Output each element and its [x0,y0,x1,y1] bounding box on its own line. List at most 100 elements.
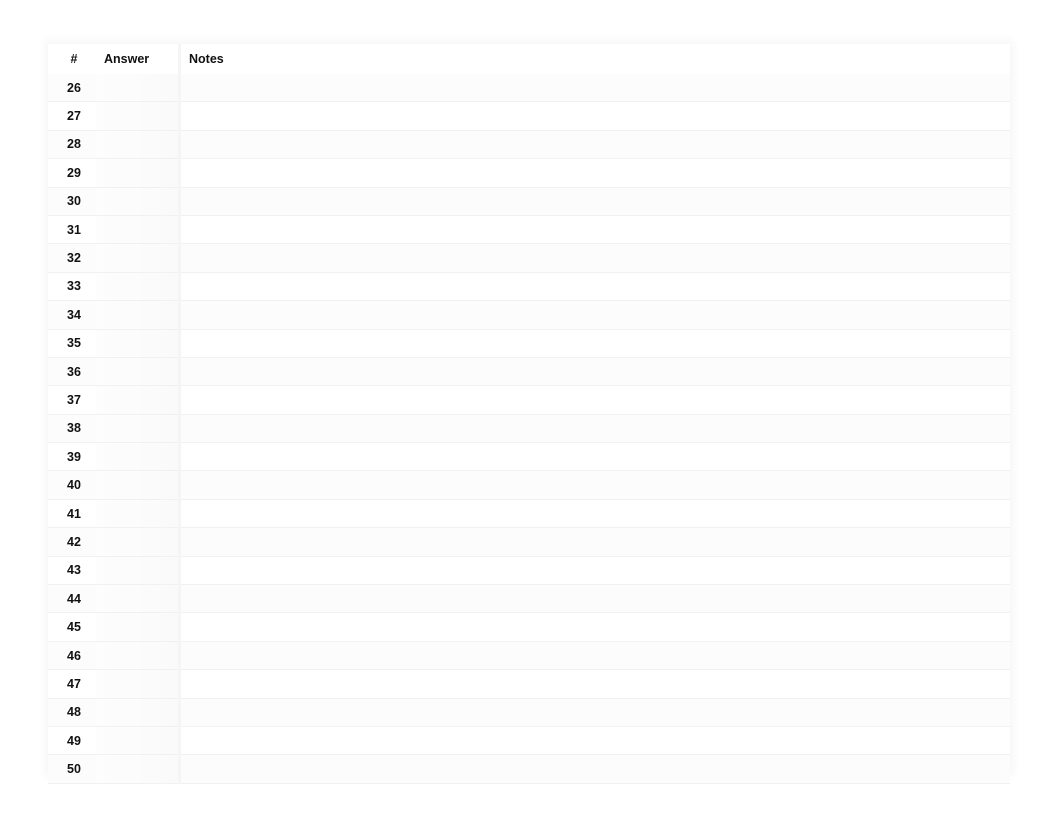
answer-cell[interactable] [96,243,181,273]
table-row: 29 [48,158,1010,188]
answer-cell[interactable] [96,414,181,444]
answer-cell[interactable] [96,499,181,529]
table-row: 28 [48,130,1010,160]
answer-cell[interactable] [96,669,181,699]
question-number: 49 [48,726,96,756]
notes-cell[interactable] [179,385,1010,415]
notes-cell[interactable] [179,158,1010,188]
notes-cell[interactable] [179,726,1010,756]
notes-cell[interactable] [179,300,1010,330]
question-number: 44 [48,584,96,614]
table-row: 50 [48,754,1010,784]
answer-cell[interactable] [96,641,181,671]
answer-cell[interactable] [96,612,181,642]
notes-cell[interactable] [179,754,1010,784]
notes-cell[interactable] [179,612,1010,642]
table-row: 48 [48,698,1010,727]
question-number: 28 [48,130,96,160]
answer-cell[interactable] [96,187,181,216]
answer-cell[interactable] [96,470,181,500]
table-row: 46 [48,641,1010,671]
question-number: 27 [48,101,96,131]
notes-cell[interactable] [179,130,1010,160]
answer-cell[interactable] [96,556,181,586]
notes-cell[interactable] [179,357,1010,387]
notes-cell[interactable] [179,641,1010,671]
answer-cell[interactable] [96,272,181,302]
table-row: 34 [48,300,1010,330]
notes-cell[interactable] [179,669,1010,699]
question-number: 43 [48,556,96,586]
question-number: 50 [48,754,96,784]
answer-cell[interactable] [96,158,181,188]
question-number: 29 [48,158,96,188]
notes-cell[interactable] [179,470,1010,500]
table-row: 31 [48,215,1010,245]
table-row: 27 [48,101,1010,131]
notes-cell[interactable] [179,215,1010,245]
answer-cell[interactable] [96,442,181,472]
answer-cell[interactable] [96,726,181,756]
question-number: 26 [48,74,96,103]
answer-cell[interactable] [96,527,181,557]
table-row: 38 [48,414,1010,444]
table-row: 40 [48,470,1010,500]
question-number: 47 [48,669,96,699]
question-number: 46 [48,641,96,671]
table-row: 41 [48,499,1010,529]
table-row: 45 [48,612,1010,642]
notes-cell[interactable] [179,584,1010,614]
table-row: 49 [48,726,1010,756]
notes-cell[interactable] [179,499,1010,529]
answer-cell[interactable] [96,754,181,784]
answer-cell[interactable] [96,101,181,131]
table-row: 43 [48,556,1010,586]
table-row: 42 [48,527,1010,557]
notes-cell[interactable] [179,74,1010,103]
question-number: 38 [48,414,96,444]
question-number: 33 [48,272,96,302]
notes-cell[interactable] [179,442,1010,472]
answer-cell[interactable] [96,300,181,330]
answer-sheet: # Answer Notes 26 27 28 29 30 31 32 33 34 35 36 37 3… [48,44,1010,784]
question-number: 40 [48,470,96,500]
notes-cell[interactable] [179,187,1010,216]
notes-cell[interactable] [179,101,1010,131]
question-number: 48 [48,698,96,727]
notes-column-header: Notes [189,52,224,66]
question-number: 45 [48,612,96,642]
question-number: 31 [48,215,96,245]
answer-cell[interactable] [96,357,181,387]
table-row: 39 [48,442,1010,472]
table-row: 32 [48,243,1010,273]
question-number: 37 [48,385,96,415]
table-row: 37 [48,385,1010,415]
notes-cell[interactable] [179,527,1010,557]
table-row: 33 [48,272,1010,302]
answer-cell[interactable] [96,74,181,103]
table-body: 26 27 28 29 30 31 32 33 34 35 36 37 38 39 40 41 42 43 44 45… [48,74,1010,784]
notes-cell[interactable] [179,698,1010,727]
answer-cell[interactable] [96,130,181,160]
answer-cell[interactable] [96,584,181,614]
answer-cell[interactable] [96,385,181,415]
notes-cell[interactable] [179,329,1010,358]
question-number: 42 [48,527,96,557]
table-row: 30 [48,187,1010,216]
question-number: 34 [48,300,96,330]
answer-cell[interactable] [96,698,181,727]
question-number: 30 [48,187,96,216]
table-row: 36 [48,357,1010,387]
question-number: 32 [48,243,96,273]
header-row: # Answer Notes [48,44,1010,74]
table-row: 26 [48,74,1010,103]
answer-cell[interactable] [96,329,181,358]
question-number: 35 [48,329,96,358]
notes-cell[interactable] [179,556,1010,586]
answer-cell[interactable] [96,215,181,245]
notes-cell[interactable] [179,243,1010,273]
notes-cell[interactable] [179,272,1010,302]
answer-table: # Answer Notes 26 27 28 29 30 31 32 33 34 35 36 37 3… [48,44,1010,784]
notes-cell[interactable] [179,414,1010,444]
table-row: 35 [48,329,1010,358]
